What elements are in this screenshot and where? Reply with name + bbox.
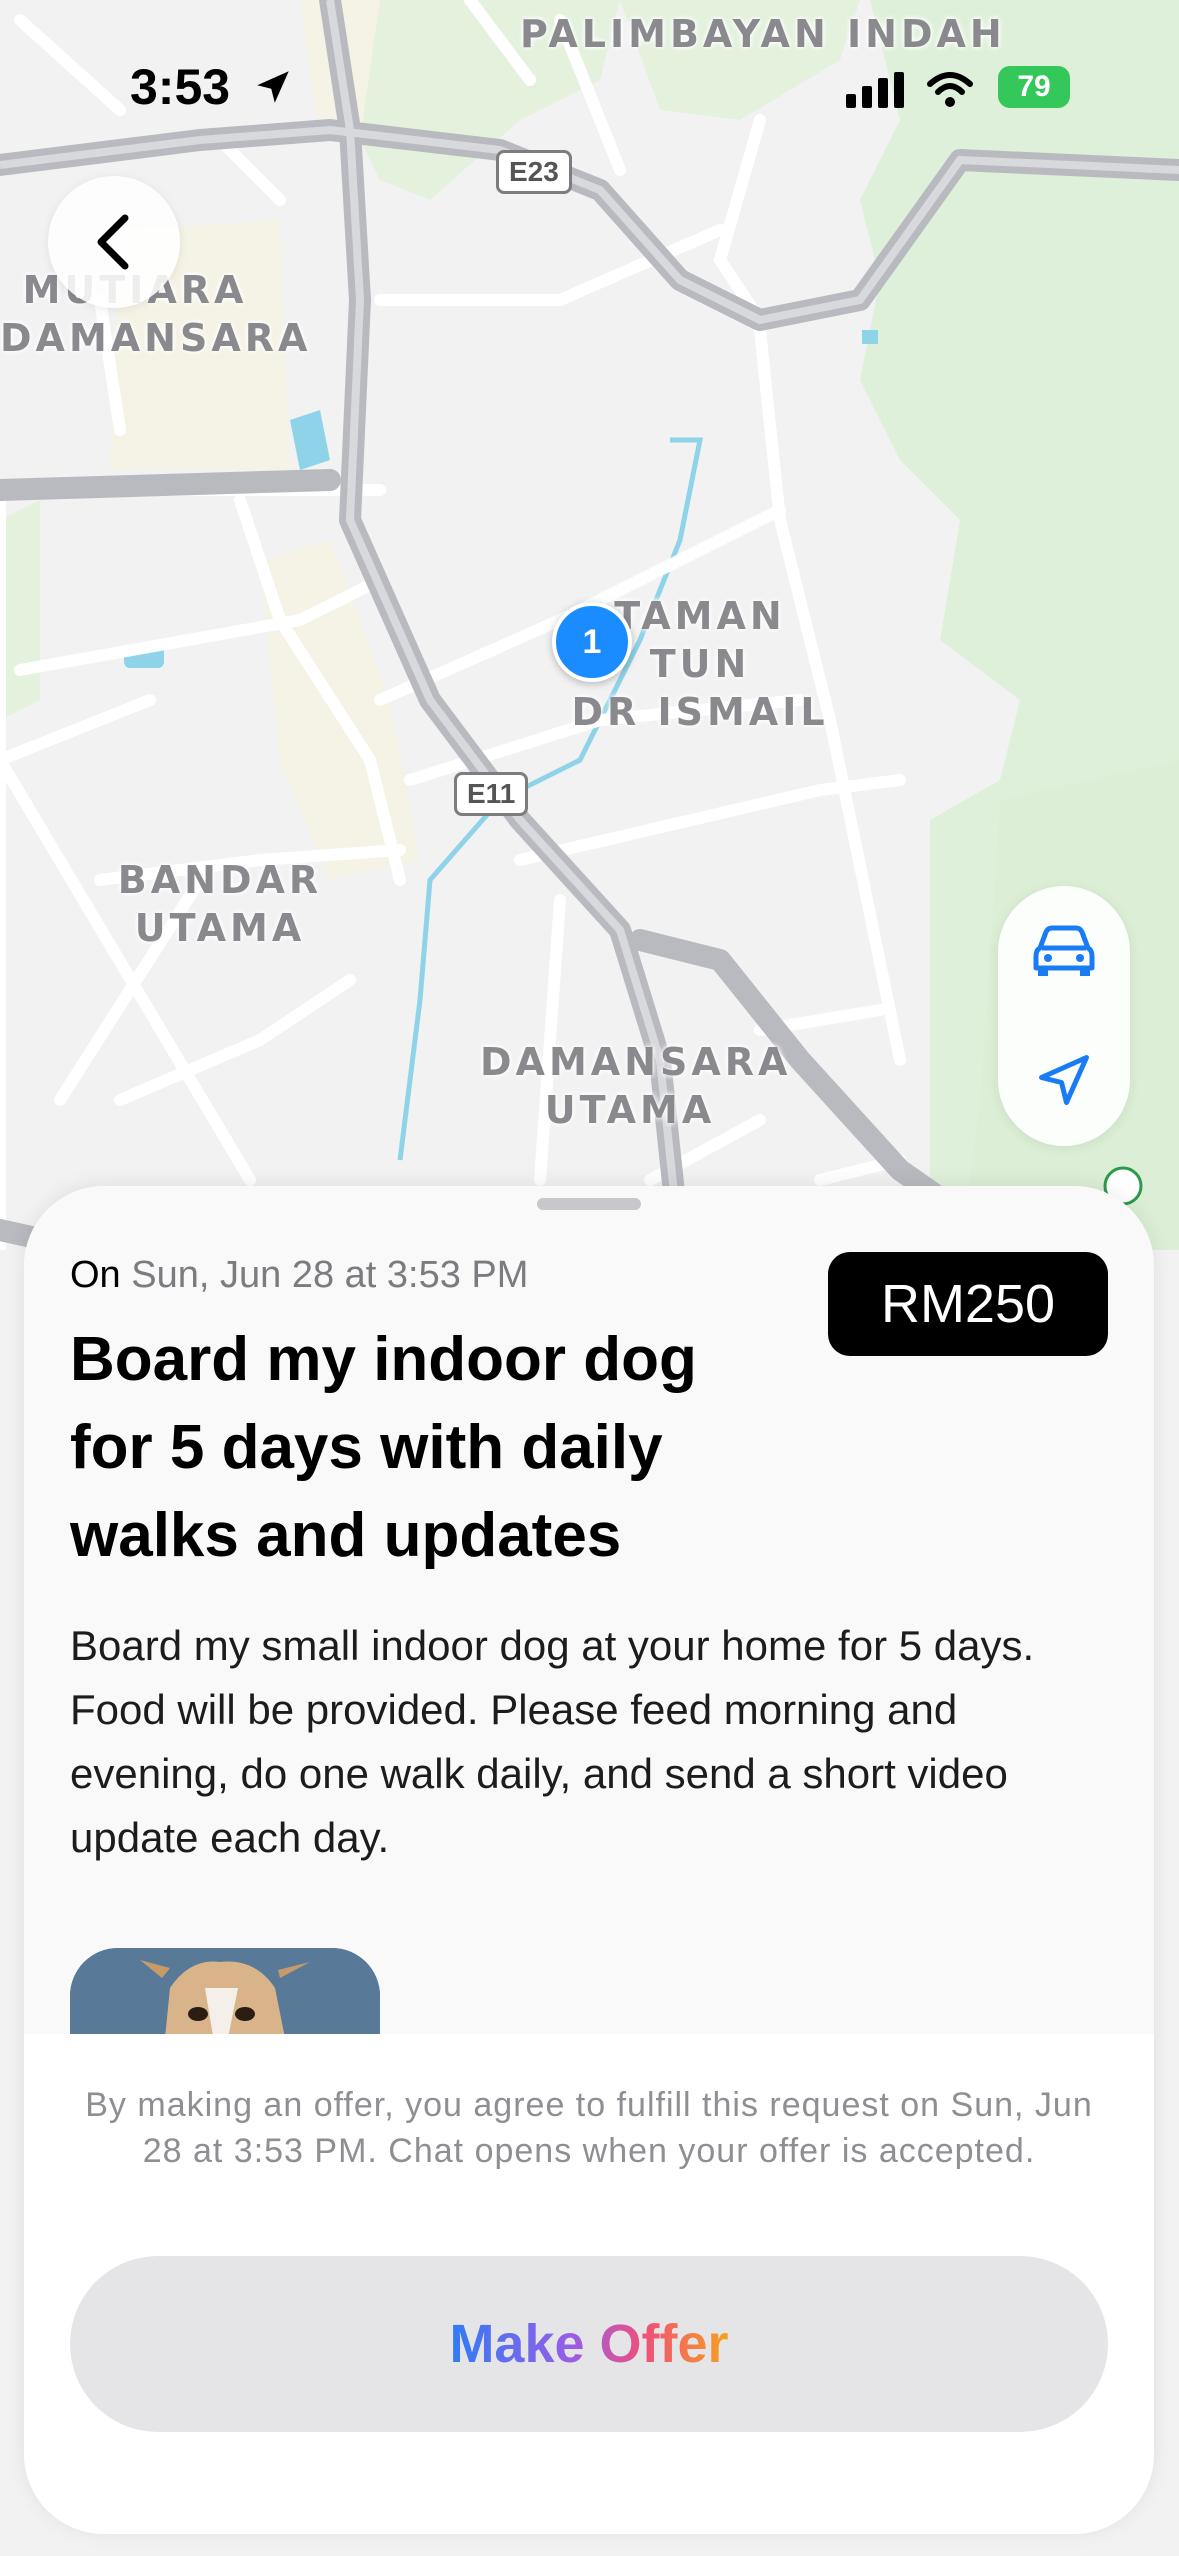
- request-title: Board my indoor dog for 5 days with dail…: [70, 1325, 697, 1570]
- map-label-damansara-utama: DAMANSARA UTAMA: [480, 1040, 792, 1132]
- battery-level: 79: [1017, 70, 1051, 103]
- location-arrow-icon: [1039, 1055, 1089, 1105]
- road-shield-e11: E11: [454, 772, 529, 816]
- map-label-bandar-utama: BANDAR UTAMA: [117, 858, 323, 950]
- offer-footer: By making an offer, you agree to fulfill…: [24, 2034, 1154, 2534]
- make-offer-button[interactable]: Make Offer: [70, 2256, 1108, 2432]
- signal-icon: [846, 72, 906, 113]
- map-pin-cluster[interactable]: 1: [552, 602, 632, 682]
- wifi-icon: [926, 70, 974, 115]
- current-location-button[interactable]: [1024, 1040, 1104, 1120]
- back-button[interactable]: [48, 176, 180, 308]
- map-label-palimbayan: PALIMBAYAN INDAH: [520, 12, 1006, 56]
- chevron-left-icon: [97, 214, 129, 270]
- price-text: RM250: [880, 1274, 1056, 1334]
- request-date: On Sun, Jun 28 at 3:53 PM: [70, 1254, 528, 1297]
- car-icon: [1033, 925, 1095, 976]
- date-prefix: On: [70, 1254, 121, 1296]
- make-offer-label: Make Offer: [449, 2314, 729, 2374]
- driving-mode-button[interactable]: [1024, 910, 1104, 990]
- road-shield-e23: E23: [496, 150, 572, 194]
- map-controls: [998, 886, 1130, 1146]
- price-badge: RM250: [828, 1252, 1108, 1356]
- status-bar-time: 3:53: [130, 58, 294, 116]
- status-time-text: 3:53: [130, 59, 231, 115]
- sheet-drag-handle[interactable]: [537, 1198, 641, 1210]
- request-description: Board my small indoor dog at your home f…: [70, 1622, 1035, 1861]
- location-arrow-icon: [257, 71, 289, 103]
- battery-icon: 79: [998, 66, 1070, 108]
- request-content: On Sun, Jun 28 at 3:53 PM RM250 Board my…: [24, 1186, 1154, 2078]
- offer-disclaimer: By making an offer, you agree to fulfill…: [85, 2086, 1093, 2170]
- request-detail-sheet: On Sun, Jun 28 at 3:53 PM RM250 Board my…: [24, 1186, 1154, 2534]
- date-text: Sun, Jun 28 at 3:53 PM: [131, 1254, 529, 1296]
